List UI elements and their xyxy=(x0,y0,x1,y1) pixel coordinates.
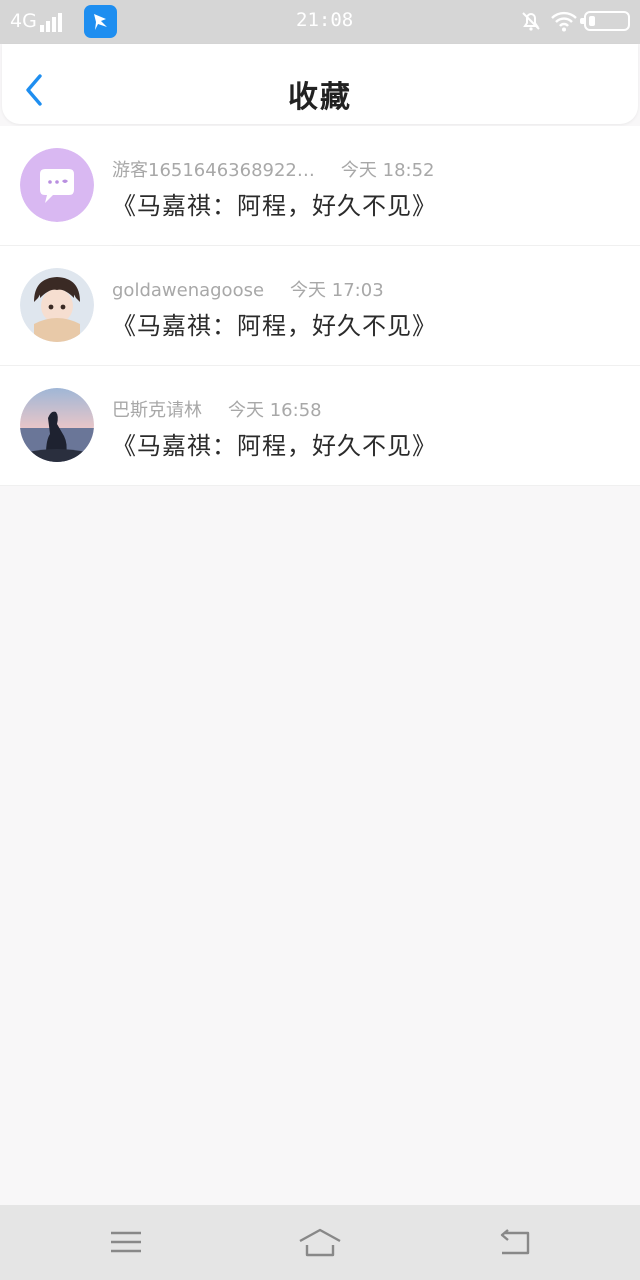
item-title[interactable]: 《马嘉祺：阿程，好久不见》 xyxy=(112,426,437,461)
author-name[interactable]: 游客1651646368922… xyxy=(112,160,315,181)
author-name[interactable]: goldawenagoose xyxy=(112,280,264,301)
network-type: 4G xyxy=(10,10,37,32)
battery-icon xyxy=(580,11,630,31)
home-button[interactable] xyxy=(298,1227,342,1259)
item-meta: goldawenagoose 今天 17:03 xyxy=(112,276,384,302)
timestamp: 今天 16:58 xyxy=(228,400,322,421)
menu-button[interactable] xyxy=(106,1227,146,1259)
menu-icon xyxy=(111,1231,141,1253)
list-item[interactable]: 巴斯克请林 今天 16:58 《马嘉祺：阿程，好久不见》 xyxy=(0,366,640,486)
system-navigation-bar xyxy=(0,1205,640,1280)
timestamp: 今天 17:03 xyxy=(290,280,384,301)
avatar[interactable] xyxy=(20,388,94,462)
bird-app-icon xyxy=(84,5,117,38)
page-title: 收藏 xyxy=(288,80,352,115)
item-title[interactable]: 《马嘉祺：阿程，好久不见》 xyxy=(112,306,437,341)
anime-boy-avatar-icon xyxy=(20,268,94,342)
clock: 21:08 xyxy=(296,9,354,31)
author-name[interactable]: 巴斯克请林 xyxy=(112,400,202,421)
avatar[interactable] xyxy=(20,148,94,222)
signal-icon xyxy=(40,12,68,32)
return-icon xyxy=(500,1229,530,1255)
timestamp: 今天 18:52 xyxy=(340,160,435,181)
back-nav-button[interactable] xyxy=(496,1227,536,1259)
list-item[interactable]: goldawenagoose 今天 17:03 《马嘉祺：阿程，好久不见》 xyxy=(0,246,640,366)
wifi-icon xyxy=(550,10,578,32)
item-meta: 巴斯克请林 今天 16:58 xyxy=(112,396,322,422)
item-meta: 游客1651646368922… 今天 18:52 xyxy=(112,156,435,182)
chat-bubble-icon xyxy=(20,148,94,222)
navigation-header: 收藏 xyxy=(2,44,638,124)
item-title[interactable]: 《马嘉祺：阿程，好久不见》 xyxy=(112,186,437,221)
avatar[interactable] xyxy=(20,268,94,342)
sunset-portrait-avatar-icon xyxy=(20,388,94,462)
status-bar: 4G 21:08 xyxy=(0,0,640,44)
favorites-list: 游客1651646368922… 今天 18:52 《马嘉祺：阿程，好久不见》 g… xyxy=(0,126,640,486)
home-icon xyxy=(299,1228,341,1257)
list-item[interactable]: 游客1651646368922… 今天 18:52 《马嘉祺：阿程，好久不见》 xyxy=(0,126,640,246)
mute-bell-icon xyxy=(520,10,542,32)
